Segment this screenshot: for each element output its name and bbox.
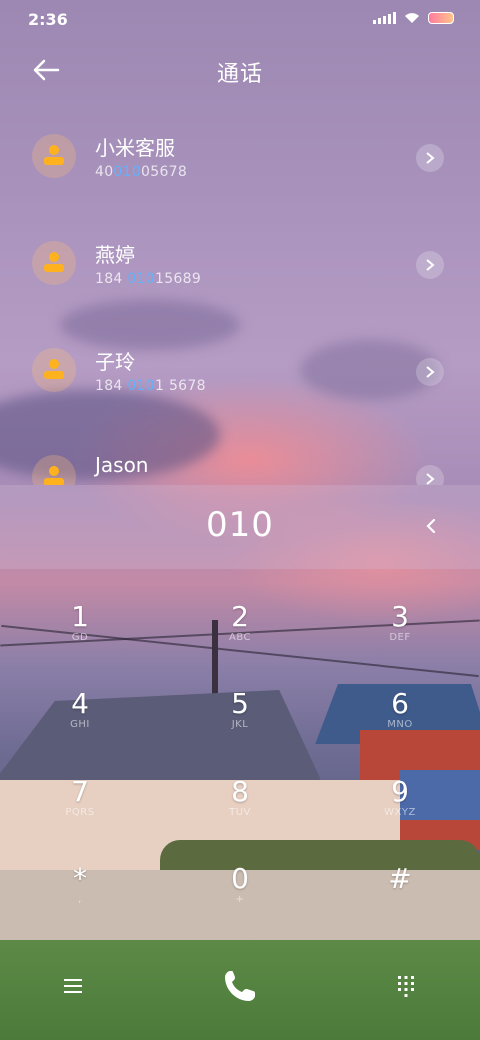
key-9[interactable]: 9 WXYZ [340, 775, 460, 845]
contact-item[interactable]: 燕婷 184 01015689 [0, 217, 480, 317]
contact-name: 子玲 [95, 350, 135, 374]
chevron-right-icon [426, 473, 435, 485]
avatar [32, 241, 76, 285]
key-3[interactable]: 3 DEF [340, 600, 460, 670]
contact-detail-button[interactable] [416, 358, 444, 386]
person-icon [44, 466, 64, 485]
contact-detail-button[interactable] [416, 251, 444, 279]
avatar [32, 455, 76, 485]
contact-list: 小米客服 4001005678 燕婷 184 01015689 子玲 184 0… [0, 110, 480, 485]
key-1[interactable]: 1 GD [20, 600, 140, 670]
chevron-right-icon [426, 366, 435, 378]
key-6[interactable]: 6 MNO [340, 687, 460, 757]
contact-number: 184 0101 5678 [95, 378, 206, 394]
wifi-icon [405, 13, 419, 23]
contact-detail-button[interactable] [416, 465, 444, 485]
contact-number: 4001005678 [95, 164, 188, 180]
avatar [32, 134, 76, 178]
number-match: 010 [127, 271, 155, 287]
person-icon [44, 252, 64, 272]
backspace-icon[interactable] [420, 511, 442, 541]
contact-item[interactable]: Jason [0, 431, 480, 485]
menu-icon[interactable] [62, 976, 84, 996]
dialed-number[interactable]: 010 [0, 505, 480, 545]
bottom-bar [0, 960, 480, 1020]
key-hash[interactable]: # [340, 862, 460, 932]
contact-name: 燕婷 [95, 243, 135, 267]
chevron-right-icon [426, 152, 435, 164]
number-match: 010 [127, 378, 155, 394]
page-title: 通话 [216, 62, 263, 87]
key-2[interactable]: 2 ABC [180, 600, 300, 670]
battery-icon [428, 12, 454, 24]
clock: 2:36 [28, 10, 68, 29]
contact-item[interactable]: 小米客服 4001005678 [0, 110, 480, 210]
status-icons [373, 12, 454, 24]
contact-name: 小米客服 [95, 136, 175, 160]
contact-item[interactable]: 子玲 184 0101 5678 [0, 324, 480, 424]
dialpad-icon[interactable] [396, 974, 416, 998]
key-4[interactable]: 4 GHI [20, 687, 140, 757]
key-8[interactable]: 8 TUV [180, 775, 300, 845]
status-bar: 2:36 [0, 0, 480, 40]
key-5[interactable]: 5 JKL [180, 687, 300, 757]
person-icon [44, 145, 64, 165]
header: 通话 [0, 44, 480, 96]
dial-input-bar: 010 [0, 485, 480, 569]
person-icon [44, 359, 64, 379]
avatar [32, 348, 76, 392]
contact-name: Jason [95, 453, 149, 477]
contact-detail-button[interactable] [416, 144, 444, 172]
phone-icon[interactable] [222, 968, 258, 1004]
key-7[interactable]: 7 PQRS [20, 775, 140, 845]
number-match: 010 [113, 164, 142, 180]
chevron-right-icon [426, 259, 435, 271]
contact-number: 184 01015689 [95, 271, 202, 287]
key-star[interactable]: *, [20, 862, 140, 932]
key-0[interactable]: 0 + [180, 862, 300, 932]
signal-icon [373, 12, 396, 24]
